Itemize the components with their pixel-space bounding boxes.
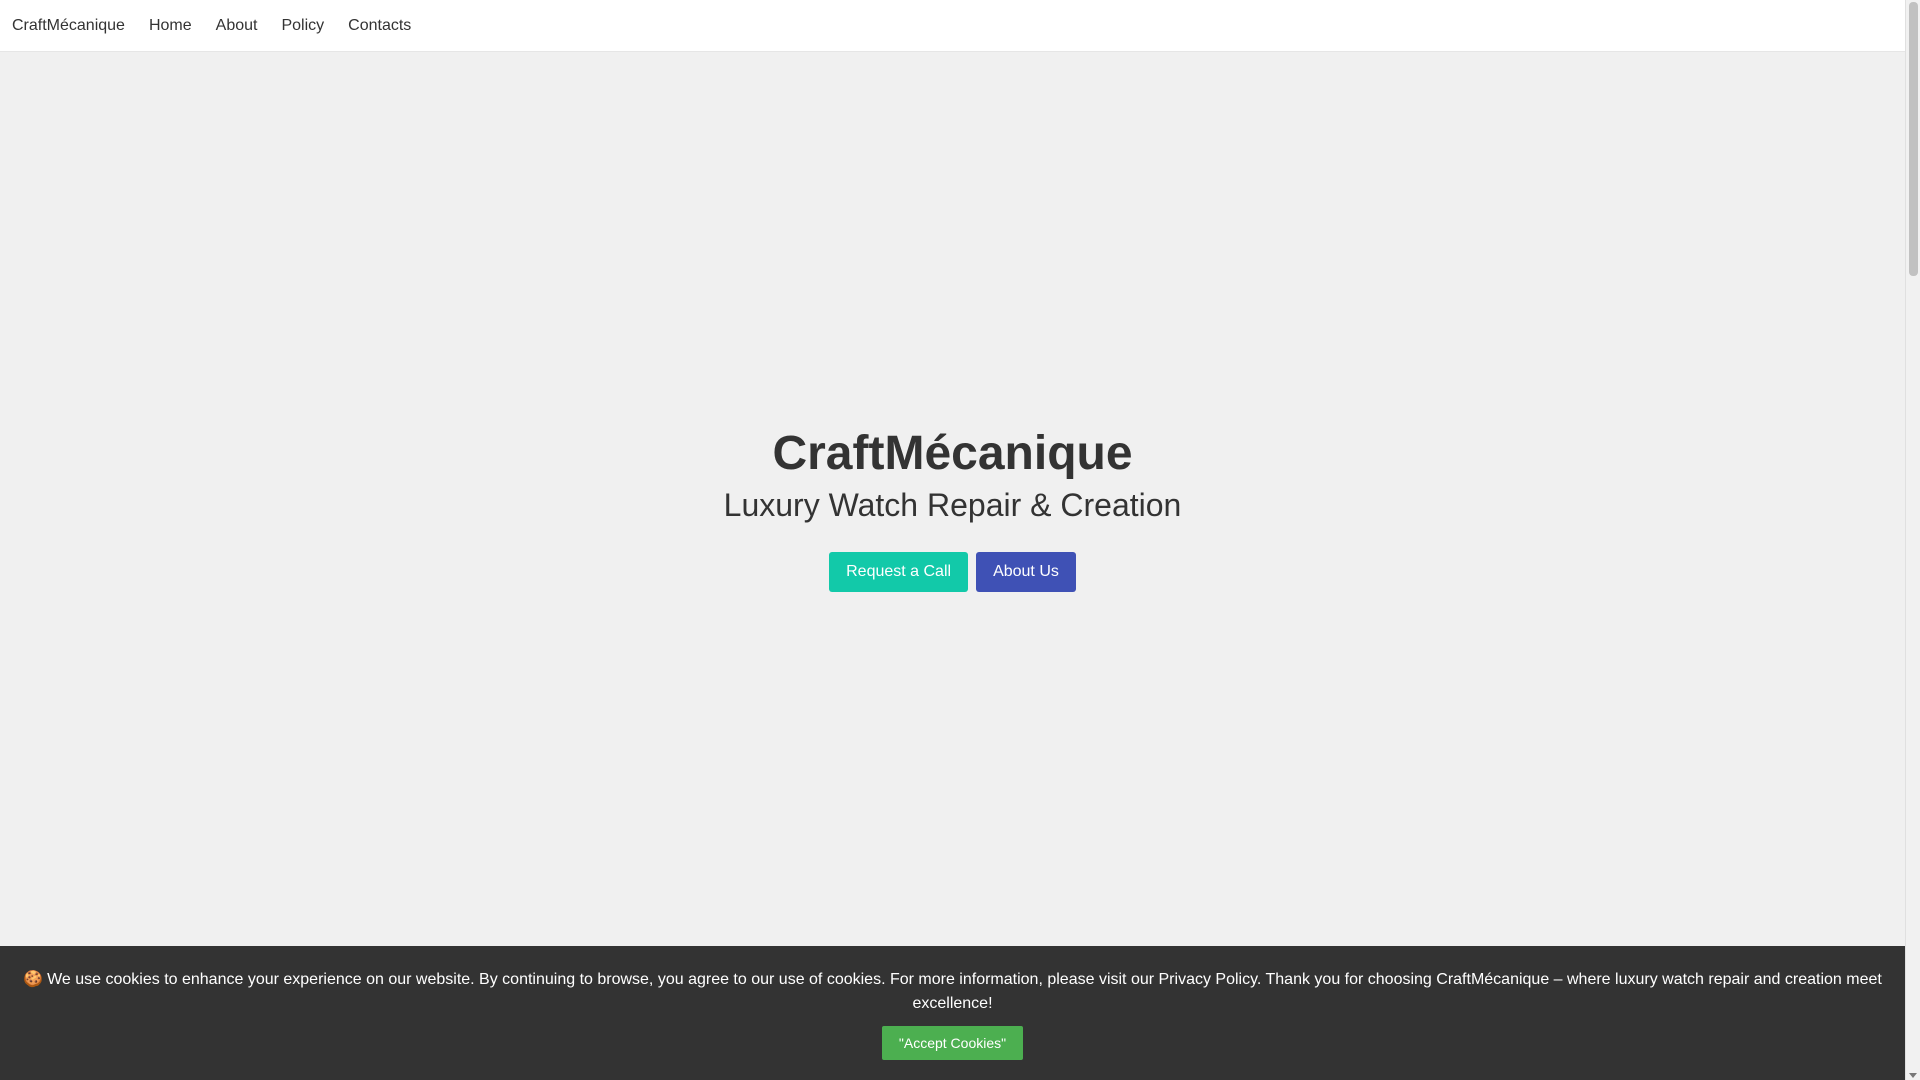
nav-link-about[interactable]: About xyxy=(216,0,258,52)
cookie-banner: 🍪 We use cookies to enhance your experien… xyxy=(0,946,1905,1080)
hero-subtitle: Luxury Watch Repair & Creation xyxy=(723,487,1182,523)
page-scrollbar[interactable] xyxy=(1905,0,1920,1080)
nav-brand-link[interactable]: CraftMécanique xyxy=(12,0,125,52)
nav-link-home[interactable]: Home xyxy=(149,0,192,52)
cookie-message-text: We use cookies to enhance your experienc… xyxy=(47,971,1882,1012)
nav-link-policy[interactable]: Policy xyxy=(281,0,324,52)
scrollbar-thumb[interactable] xyxy=(1909,2,1918,276)
accept-cookies-button[interactable]: "Accept Cookies" xyxy=(882,1026,1023,1060)
about-us-button[interactable]: About Us xyxy=(976,552,1076,592)
cookie-icon: 🍪 xyxy=(23,971,44,988)
hero-button-group: Request a Call About Us xyxy=(829,552,1076,592)
request-call-button[interactable]: Request a Call xyxy=(829,552,969,592)
hero-title: CraftMécanique xyxy=(772,427,1133,480)
scroll-down-arrow-icon[interactable] xyxy=(1909,1073,1917,1078)
nav-link-contacts[interactable]: Contacts xyxy=(348,0,411,52)
top-navbar: CraftMécanique Home About Policy Contact… xyxy=(0,0,1905,52)
cookie-message: 🍪 We use cookies to enhance your experien… xyxy=(20,968,1885,1016)
hero-section: CraftMécanique Luxury Watch Repair & Cre… xyxy=(0,52,1905,946)
